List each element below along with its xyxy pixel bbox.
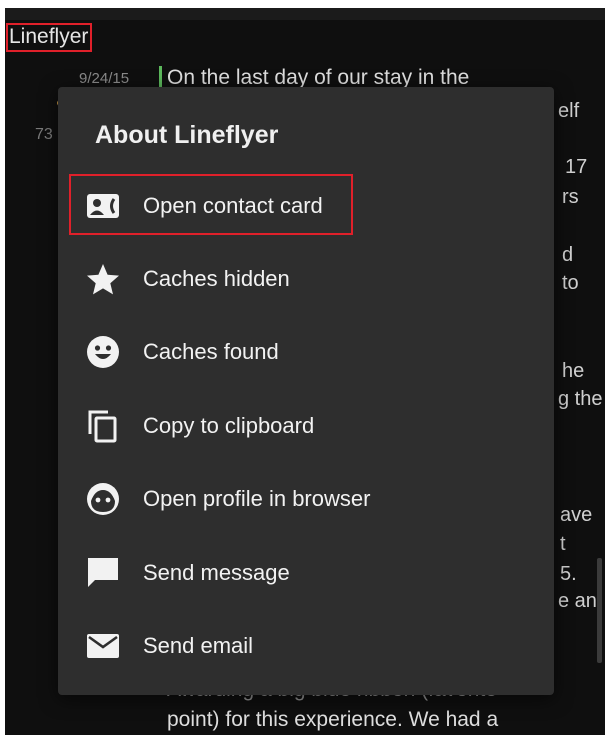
log-fragment: 5. xyxy=(560,563,577,585)
envelope-icon xyxy=(85,628,121,664)
send-email-item[interactable]: Send email xyxy=(58,616,554,676)
about-user-dialog: About Lineflyer Open contact card Caches… xyxy=(58,87,554,695)
top-strip xyxy=(5,8,605,20)
owner-name[interactable]: Lineflyer xyxy=(5,23,93,52)
caches-hidden-item[interactable]: Caches hidden xyxy=(58,249,554,309)
menu-item-label: Send email xyxy=(143,633,254,658)
log-number: 73 xyxy=(35,126,53,143)
log-fragment: t xyxy=(560,533,566,555)
menu-item-label: Send message xyxy=(143,560,290,585)
caches-found-item[interactable]: Caches found xyxy=(58,322,554,382)
log-fragment: elf xyxy=(558,100,580,122)
log-fragment: rs xyxy=(562,186,579,208)
message-bubble-icon xyxy=(85,555,121,591)
log-fragment: e an xyxy=(558,590,597,612)
menu-item-label: Caches hidden xyxy=(143,266,290,291)
open-contact-card-item[interactable]: Open contact card xyxy=(58,176,554,236)
smiley-icon xyxy=(85,334,121,370)
log-fragment: to xyxy=(562,272,579,294)
menu-item-label: Copy to clipboard xyxy=(143,413,315,438)
profile-face-icon xyxy=(85,481,121,517)
scrollbar[interactable] xyxy=(597,558,602,663)
log-fragment: he xyxy=(562,360,585,382)
log-date: 9/24/15 xyxy=(79,70,130,87)
send-message-item[interactable]: Send message xyxy=(58,543,554,603)
copy-to-clipboard-item[interactable]: Copy to clipboard xyxy=(58,396,554,456)
log-fragment: g the xyxy=(558,388,603,410)
log-fragment: 17 xyxy=(565,156,588,178)
star-icon xyxy=(85,261,121,297)
open-profile-in-browser-item[interactable]: Open profile in browser xyxy=(58,469,554,529)
log-text-line: point) for this experience. We had a xyxy=(167,708,499,731)
copy-icon xyxy=(85,408,121,444)
log-fragment: d xyxy=(562,244,574,266)
screen: Lineflyer 9/24/15 On the last day of our… xyxy=(5,8,605,735)
menu-item-label: Open contact card xyxy=(143,193,323,218)
dialog-title: About Lineflyer xyxy=(95,121,279,149)
log-fragment: ave xyxy=(560,504,593,526)
menu-item-label: Open profile in browser xyxy=(143,486,371,511)
menu-item-label: Caches found xyxy=(143,339,279,364)
contact-card-icon xyxy=(85,188,121,224)
